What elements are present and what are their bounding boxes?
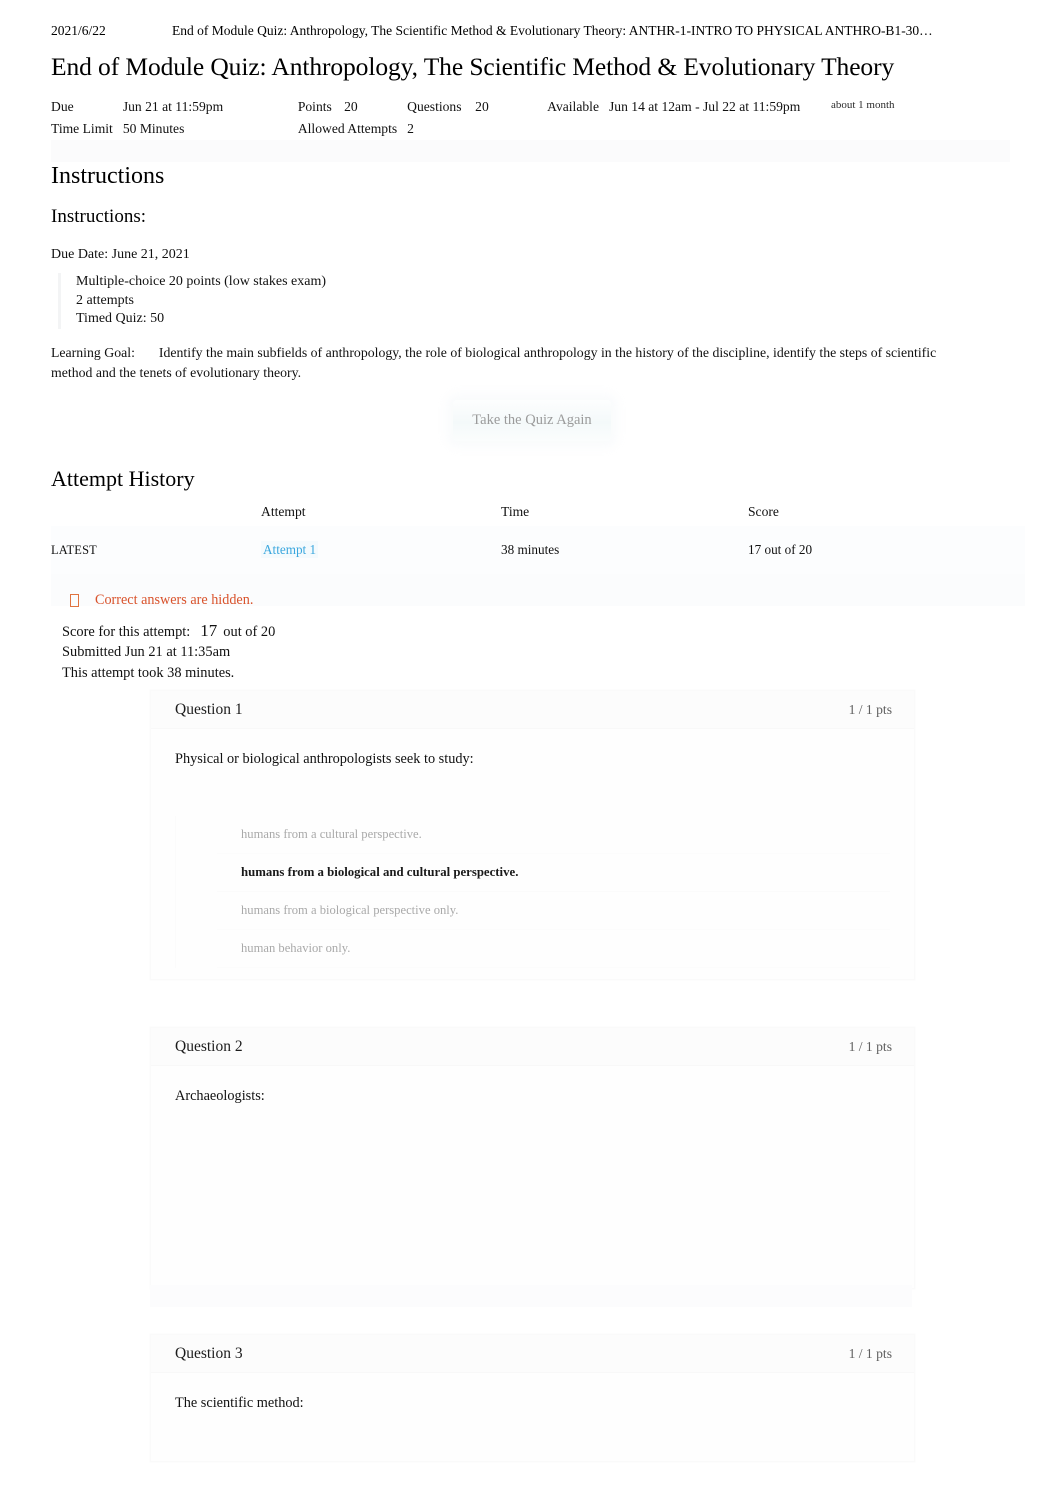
question-text: Physical or biological anthropologists s… (175, 751, 474, 767)
attempt-kept-badge: LATEST (51, 526, 261, 574)
question-block: Question 2 1 / 1 pts Archaeologists: (150, 1027, 915, 1289)
meta-spacer-cell (51, 140, 1010, 162)
list-item: Timed Quiz: 50 (76, 311, 165, 327)
instructions-due-date: Due Date: June 21, 2021 (51, 247, 190, 262)
question-header: Question 3 1 / 1 pts (151, 1335, 914, 1373)
print-header-title: End of Module Quiz: Anthropology, The Sc… (172, 23, 933, 38)
instructions-bullet-list: Multiple-choice 20 points (low stakes ex… (58, 273, 326, 329)
question-title: Question 3 (175, 1344, 243, 1362)
available-label: Available (547, 99, 599, 114)
warning-icon (70, 594, 79, 607)
instructions-subheading: Instructions: (51, 206, 146, 227)
score-line: Score for this attempt: 17 out of 20 (62, 621, 275, 642)
attempt-link-cell: Attempt 1 (261, 526, 501, 574)
attempt-history-table-wrap: Attempt Time Score LATEST Attempt 1 38 m… (51, 500, 1025, 606)
quiz-meta: Due Jun 21 at 11:59pm Points 20 Question… (51, 96, 1010, 162)
latest-badge: LATEST (51, 543, 97, 557)
question-body: Physical or biological anthropologists s… (151, 729, 914, 968)
points-label: Points (297, 99, 332, 114)
time-limit-label: Time Limit (51, 121, 113, 136)
due-value: Jun 21 at 11:59pm (122, 99, 224, 114)
table-row: LATEST Attempt 1 38 minutes 17 out of 20 (51, 526, 1025, 574)
column-header-attempt: Attempt (261, 504, 306, 519)
allowed-attempts-value: 2 (407, 121, 414, 136)
section-divider-band (150, 1285, 912, 1307)
list-item: Multiple-choice 20 points (low stakes ex… (76, 274, 326, 289)
answer-option[interactable]: humans from a biological perspective onl… (217, 892, 890, 930)
hidden-answers-warning: Correct answers are hidden. (70, 592, 253, 609)
score-out-of: out of 20 (223, 624, 276, 640)
instructions-heading: Instructions (51, 163, 165, 189)
attempt-1-link[interactable]: Attempt 1 (261, 541, 319, 558)
question-text: The scientific method: (175, 1395, 304, 1411)
score-summary: Score for this attempt: 17 out of 20 Submi… (62, 621, 275, 683)
questions-label: Questions (407, 99, 462, 114)
take-quiz-again-button[interactable]: Take the Quiz Again (453, 400, 611, 441)
question-body: The scientific method: (151, 1373, 914, 1458)
answer-option[interactable]: human behavior only. (217, 930, 890, 968)
learning-goal-text: Identify the main subfields of anthropol… (51, 345, 937, 380)
attempt-history-heading: Attempt History (51, 466, 195, 491)
question-block: Question 3 1 / 1 pts The scientific meth… (150, 1334, 915, 1462)
page-title: End of Module Quiz: Anthropology, The Sc… (51, 52, 895, 81)
points-value: 20 (344, 99, 358, 114)
attempt-table-header-row: Attempt Time Score (51, 500, 1025, 526)
meta-spacer-row (51, 140, 1010, 162)
question-title: Question 2 (175, 1037, 243, 1055)
questions-value: 20 (475, 99, 489, 114)
question-points: 1 / 1 pts (848, 1038, 892, 1054)
available-relative: about 1 month (830, 99, 895, 111)
quiz-meta-table: Due Jun 21 at 11:59pm Points 20 Question… (51, 96, 1010, 162)
question-header: Question 1 1 / 1 pts (151, 691, 914, 729)
meta-row-1: Due Jun 21 at 11:59pm Points 20 Question… (51, 96, 1010, 118)
attempt-table-head: Attempt Time Score (51, 500, 1025, 526)
question-block: Question 1 1 / 1 pts Physical or biologi… (150, 690, 915, 980)
answer-option[interactable]: humans from a cultural perspective. (217, 816, 890, 854)
question-title: Question 1 (175, 700, 243, 718)
allowed-attempts-label: Allowed Attempts (297, 121, 398, 136)
question-text: Archaeologists: (175, 1088, 265, 1104)
meta-empty-3 (609, 118, 831, 140)
question-points: 1 / 1 pts (848, 1345, 892, 1361)
learning-goal: Learning Goal: Identify the main subfield… (51, 343, 956, 383)
print-date: 2021/6/22 (51, 23, 106, 38)
meta-empty-1 (475, 118, 547, 140)
meta-empty-2 (547, 118, 609, 140)
duration-line: This attempt took 38 minutes. (62, 664, 235, 681)
answer-list-placeholder (175, 1105, 890, 1255)
question-body: Archaeologists: (151, 1066, 914, 1255)
column-header-score: Score (748, 504, 779, 519)
hidden-answers-warning-text: Correct answers are hidden. (95, 592, 254, 608)
attempt-score: 17 out of 20 (748, 526, 1025, 574)
question-points: 1 / 1 pts (848, 701, 892, 717)
score-value: 17 (200, 621, 218, 640)
answer-option-selected[interactable]: humans from a biological and cultural pe… (217, 854, 890, 892)
attempt-time: 38 minutes (501, 526, 748, 574)
meta-row-2: Time Limit 50 Minutes Allowed Attempts 2 (51, 118, 1010, 140)
meta-empty-4 (831, 118, 1010, 140)
question-header: Question 2 1 / 1 pts (151, 1028, 914, 1066)
attempt-history-table: Attempt Time Score LATEST Attempt 1 38 m… (51, 500, 1025, 606)
available-value: Jun 14 at 12am - Jul 22 at 11:59pm (608, 99, 801, 114)
column-header-kept (51, 500, 261, 526)
column-header-time: Time (501, 504, 530, 519)
due-label: Due (51, 99, 74, 114)
answer-list-placeholder (175, 1412, 890, 1458)
learning-goal-label: Learning Goal: (51, 345, 135, 360)
score-label: Score for this attempt: (62, 624, 191, 640)
answer-list: humans from a cultural perspective. huma… (175, 816, 890, 968)
time-limit-value: 50 Minutes (122, 121, 185, 136)
print-header: 2021/6/22 End of Module Quiz: Anthropolo… (0, 23, 1062, 43)
list-item: 2 attempts (76, 292, 134, 308)
submitted-line: Submitted Jun 21 at 11:35am (62, 644, 231, 661)
